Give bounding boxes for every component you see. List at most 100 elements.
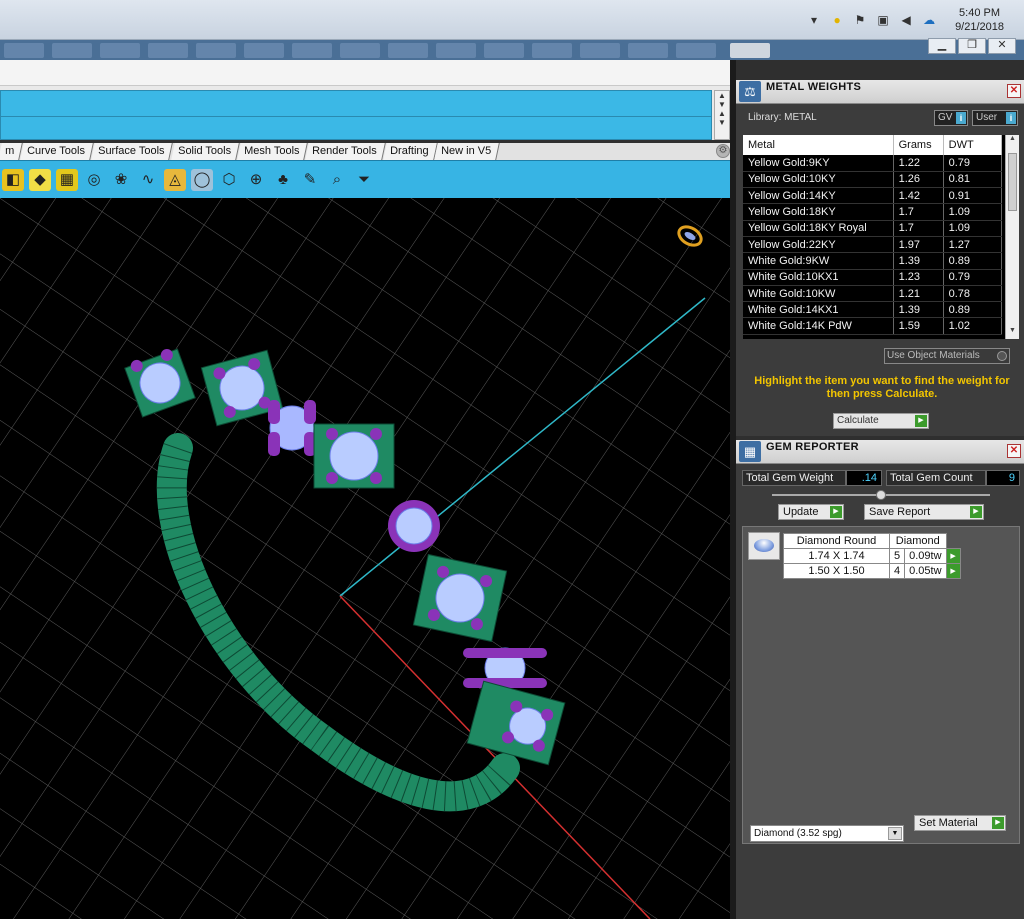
- restore-button[interactable]: ❐: [958, 38, 986, 54]
- dwt-cell: 1.27: [943, 236, 1003, 254]
- metal-table: Metal Grams DWT Yellow Gold:9KY 1.22 0.79 Y…: [743, 135, 1003, 335]
- gem-reporter-titlebar: ▦ GEM REPORTER ✕: [736, 440, 1024, 464]
- gear-icon[interactable]: ⚙: [716, 144, 730, 158]
- col-grams[interactable]: Grams: [893, 135, 944, 155]
- table-row[interactable]: White Gold:9KW 1.39 0.89: [743, 252, 1003, 270]
- command-history[interactable]: [0, 90, 712, 140]
- gem-size-cell: 1.74 X 1.74: [783, 548, 890, 564]
- metal-name-cell: Yellow Gold:18KY Royal: [743, 220, 894, 237]
- set-material-button[interactable]: Set Material ▶: [914, 815, 1006, 831]
- table-row[interactable]: White Gold:10KX1 1.23 0.79: [743, 269, 1003, 286]
- filter-icon[interactable]: ⏷: [353, 169, 375, 191]
- spiral-tool-icon[interactable]: ◎: [83, 169, 105, 191]
- table-row[interactable]: Yellow Gold:14KY 1.42 0.91: [743, 187, 1003, 205]
- brush-tool-icon[interactable]: ✎: [299, 169, 321, 191]
- metal-table-scrollbar[interactable]: ▲ ▼: [1005, 135, 1019, 339]
- toolbar-tabs: m Curve Tools Surface Tools Solid Tools …: [0, 143, 736, 160]
- close-icon[interactable]: ✕: [1007, 84, 1021, 98]
- table-row[interactable]: Yellow Gold:9KY 1.22 0.79: [743, 155, 1003, 172]
- col-dwt[interactable]: DWT: [943, 135, 1003, 155]
- minimize-button[interactable]: ▁: [928, 38, 956, 54]
- construction-grid: [0, 198, 730, 919]
- 3d-viewport[interactable]: [0, 198, 730, 919]
- flag-icon[interactable]: ⚑: [853, 13, 867, 27]
- table-row[interactable]: Yellow Gold:18KY 1.7 1.09: [743, 203, 1003, 221]
- gem-row-play-icon[interactable]: ▶: [945, 563, 961, 579]
- clock[interactable]: 5:40 PM 9/21/2018: [955, 6, 1004, 34]
- globe-tool-icon[interactable]: ⊕: [245, 169, 267, 191]
- diamond-round-icon: [748, 532, 780, 560]
- gem-weight-cell: 0.05tw: [904, 563, 947, 579]
- window-strip: [0, 40, 1024, 60]
- use-object-materials-toggle[interactable]: Use Object Materials: [884, 348, 1010, 364]
- dwt-cell: 1.09: [943, 220, 1003, 237]
- table-row[interactable]: 1.74 X 1.74 5 0.09tw ▶: [783, 548, 961, 564]
- up-arrow-icon[interactable]: ▾: [807, 13, 821, 27]
- box-tool-icon[interactable]: ⬡: [218, 169, 240, 191]
- table-row[interactable]: White Gold:14K PdW 1.59 1.02: [743, 317, 1003, 335]
- col-diamond-round: Diamond Round: [783, 533, 890, 549]
- flower-tool-icon[interactable]: ❀: [110, 169, 132, 191]
- play-icon: ▶: [830, 506, 842, 518]
- tab-new-in-v5[interactable]: New in V5: [434, 143, 501, 160]
- total-gem-count-label: Total Gem Count: [886, 470, 986, 486]
- close-button[interactable]: ✕: [988, 38, 1016, 54]
- table-row[interactable]: 1.50 X 1.50 4 0.05tw ▶: [783, 563, 961, 579]
- system-tray: ▾ ● ⚑ ▣ ◀ ☁ 5:40 PM 9/21/2018: [807, 0, 1024, 40]
- user-toggle[interactable]: User i: [972, 110, 1018, 126]
- volume-icon[interactable]: ◀: [899, 13, 913, 27]
- scroll-thumb[interactable]: [1008, 153, 1017, 211]
- norton-icon[interactable]: ●: [830, 13, 844, 27]
- table-row[interactable]: White Gold:10KW 1.21 0.78: [743, 285, 1003, 303]
- table-row[interactable]: Yellow Gold:18KY Royal 1.7 1.09: [743, 220, 1003, 237]
- command-scrollbar[interactable]: ▲ ▼ ▲ ▼: [714, 90, 730, 140]
- wave-tool-icon[interactable]: ∿: [137, 169, 159, 191]
- table-row[interactable]: Yellow Gold:22KY 1.97 1.27: [743, 236, 1003, 254]
- scroll-down-icon[interactable]: ▼: [1006, 327, 1019, 339]
- tab-solid-tools[interactable]: Solid Tools: [170, 143, 240, 160]
- calculate-button[interactable]: Calculate ▶: [833, 413, 929, 429]
- save-report-button[interactable]: Save Report ▶: [864, 504, 984, 520]
- dwt-cell: 0.81: [943, 171, 1003, 189]
- dwt-cell: 0.89: [943, 301, 1003, 319]
- tab-surface-tools[interactable]: Surface Tools: [91, 143, 174, 160]
- gem-row-play-icon[interactable]: ▶: [945, 548, 961, 564]
- slider-handle[interactable]: [876, 490, 886, 500]
- plane-tool-icon[interactable]: ◆: [29, 168, 51, 191]
- dwt-cell: 0.89: [943, 252, 1003, 270]
- surface-tool-icon[interactable]: ◧: [2, 168, 24, 191]
- cloud-icon[interactable]: ☁: [922, 13, 936, 27]
- scroll-up-icon[interactable]: ▲: [1006, 135, 1019, 147]
- toolbar: ◧ ◆ ▦ ◎ ❀ ∿ ◬ ◯ ⬡ ⊕ ♣ ✎ ⌕ ⏷: [0, 160, 730, 198]
- network-icon[interactable]: ▣: [876, 13, 890, 27]
- tab-drafting[interactable]: Drafting: [382, 143, 437, 160]
- tab-mesh-tools[interactable]: Mesh Tools: [236, 143, 308, 160]
- gem-group-icon[interactable]: ♣: [272, 169, 294, 191]
- report-slider[interactable]: [772, 490, 990, 500]
- gem-count-cell: 4: [888, 563, 906, 579]
- material-select[interactable]: Diamond (3.52 spg) ▼: [750, 825, 904, 842]
- grams-cell: 1.39: [893, 252, 944, 270]
- table-header-row: Metal Grams DWT: [743, 135, 1003, 155]
- fold-tool-icon[interactable]: ◬: [164, 168, 186, 191]
- magnifier-icon[interactable]: ⌕: [326, 169, 348, 191]
- gem-reporter-panel: ▦ GEM REPORTER ✕ Total Gem Weight .14 To…: [736, 440, 1024, 919]
- play-icon: ▶: [915, 415, 927, 427]
- grid-surface-icon[interactable]: ▦: [56, 168, 78, 191]
- tab-curve-tools[interactable]: Curve Tools: [20, 143, 94, 160]
- grams-cell: 1.26: [893, 171, 944, 189]
- table-row[interactable]: Yellow Gold:10KY 1.26 0.81: [743, 171, 1003, 189]
- panel-title: GEM REPORTER: [766, 441, 859, 453]
- app-header: [0, 60, 736, 86]
- close-icon[interactable]: ✕: [1007, 444, 1021, 458]
- col-metal[interactable]: Metal: [743, 135, 894, 155]
- metal-name-cell: Yellow Gold:22KY: [743, 236, 894, 254]
- sphere-tool-icon[interactable]: ◯: [191, 168, 213, 191]
- gem-setting: [388, 500, 440, 552]
- tab-render-tools[interactable]: Render Tools: [305, 143, 386, 160]
- metal-table-wrapper: Metal Grams DWT Yellow Gold:9KY 1.22 0.79 Y…: [743, 135, 1019, 339]
- table-row[interactable]: White Gold:14KX1 1.39 0.89: [743, 301, 1003, 319]
- update-button[interactable]: Update ▶: [778, 504, 844, 520]
- gv-toggle[interactable]: GV i: [934, 110, 968, 126]
- gem-setting: [268, 400, 316, 456]
